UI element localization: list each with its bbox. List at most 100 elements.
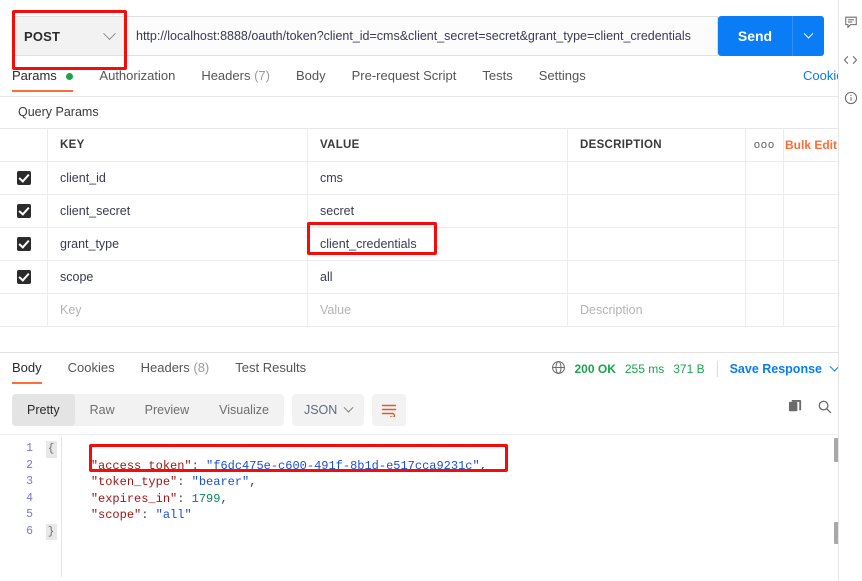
info-icon[interactable] — [843, 90, 859, 106]
tab-settings[interactable]: Settings — [539, 68, 586, 92]
param-key-placeholder[interactable]: Key — [60, 303, 82, 317]
format-label: JSON — [303, 403, 338, 417]
param-value[interactable]: secret — [320, 204, 354, 218]
right-sidebar — [838, 0, 862, 581]
table-row-empty: Key Value Description — [0, 293, 838, 327]
response-size: 371 B — [673, 362, 705, 376]
fold-spacer: . — [46, 474, 57, 491]
url-input[interactable]: http://localhost:8888/oauth/token?client… — [125, 16, 718, 56]
column-header-value: VALUE — [320, 139, 360, 151]
divider — [716, 361, 718, 377]
copy-icon[interactable] — [788, 399, 803, 419]
response-tab-cookies[interactable]: Cookies — [68, 360, 115, 384]
tab-label: Tests — [482, 68, 513, 83]
response-tab-test-results[interactable]: Test Results — [235, 360, 306, 384]
table-header-row: KEY VALUE DESCRIPTION ooo Bulk Edit — [0, 128, 838, 162]
response-body-viewer[interactable]: 1 2 3 4 5 6 { . . . . } "access_token": … — [0, 434, 838, 581]
search-icon[interactable] — [817, 399, 832, 419]
view-mode-raw[interactable]: Raw — [75, 394, 130, 426]
send-options-button[interactable] — [792, 16, 824, 56]
code-line: "access_token": "f6dc475e-c600-491f-8b1d… — [62, 458, 838, 475]
request-tabs: Params Authorization Headers (7) Body Pr… — [12, 68, 850, 96]
param-value[interactable]: all — [320, 270, 333, 284]
tab-badge: (8) — [193, 360, 210, 375]
save-response-button[interactable]: Save Response — [730, 362, 822, 376]
tab-tests[interactable]: Tests — [482, 68, 512, 92]
tabs-divider — [0, 96, 838, 97]
tab-params[interactable]: Params — [12, 68, 74, 92]
json-separator: : — [177, 491, 192, 506]
param-key[interactable]: client_secret — [60, 204, 130, 218]
view-mode-visualize[interactable]: Visualize — [204, 394, 284, 426]
column-header-description: DESCRIPTION — [580, 139, 662, 151]
tab-label: Authorization — [99, 68, 176, 83]
query-params-table: KEY VALUE DESCRIPTION ooo Bulk Edit clie… — [0, 128, 838, 327]
json-separator: : — [141, 508, 156, 522]
tab-label: Cookies — [67, 360, 115, 375]
params-active-dot-icon — [66, 73, 74, 81]
url-text: http://localhost:8888/oauth/token?client… — [136, 29, 691, 43]
response-tab-headers[interactable]: Headers (8) — [141, 360, 210, 384]
more-actions-icon[interactable]: ooo — [754, 139, 775, 151]
row-checkbox[interactable] — [16, 270, 31, 284]
line-number-gutter: 1 2 3 4 5 6 — [0, 435, 40, 581]
tab-label: Pre-request Script — [351, 68, 457, 83]
bulk-edit-button[interactable]: Bulk Edit — [785, 138, 837, 152]
line-number: 5 — [26, 508, 33, 521]
response-format-bar: Pretty Raw Preview Visualize JSON — [12, 394, 407, 426]
param-value[interactable]: client_credentials — [320, 237, 417, 251]
row-checkbox[interactable] — [16, 204, 31, 218]
column-header-key: KEY — [60, 139, 85, 151]
tab-label: Body — [295, 68, 326, 83]
status-badge: 200 OK — [574, 362, 616, 376]
tab-label: Params — [12, 68, 57, 83]
json-comma: , — [220, 491, 228, 506]
send-button[interactable]: Send — [718, 16, 792, 56]
view-mode-preview[interactable]: Preview — [130, 394, 204, 426]
row-checkbox[interactable] — [16, 171, 31, 185]
json-key: "expires_in" — [90, 491, 178, 506]
tab-body[interactable]: Body — [296, 68, 326, 92]
tab-authorization[interactable]: Authorization — [99, 68, 175, 92]
param-key[interactable]: grant_type — [60, 237, 119, 251]
response-format-dropdown[interactable]: JSON — [291, 394, 365, 426]
http-method-dropdown[interactable]: POST — [12, 16, 125, 56]
response-time: 255 ms — [624, 362, 665, 376]
param-description-placeholder[interactable]: Description — [580, 303, 643, 317]
row-checkbox[interactable] — [16, 237, 31, 251]
response-actions — [788, 399, 832, 419]
line-number: 6 — [26, 524, 33, 538]
chevron-down-icon — [803, 28, 814, 39]
param-value[interactable]: cms — [320, 171, 343, 185]
comment-icon[interactable] — [843, 14, 859, 30]
request-bar: POST http://localhost:8888/oauth/token?c… — [12, 16, 824, 56]
chevron-down-icon — [103, 26, 116, 40]
line-number: 1 — [26, 442, 33, 455]
header-checkbox-cell — [0, 128, 48, 162]
line-number: 3 — [26, 475, 33, 488]
code-line: "token_type": "bearer", — [62, 474, 838, 491]
code-line: "expires_in": 1799, — [62, 491, 838, 508]
tab-headers[interactable]: Headers (7) — [201, 68, 270, 92]
json-value: 1799 — [191, 491, 221, 506]
wrap-lines-button[interactable] — [372, 394, 407, 426]
tab-label: Headers — [201, 68, 251, 83]
response-tab-body[interactable]: Body — [12, 360, 42, 384]
param-key[interactable]: scope — [60, 270, 93, 284]
code-icon[interactable] — [843, 52, 859, 68]
line-number: 4 — [26, 491, 33, 505]
param-value-placeholder[interactable]: Value — [320, 303, 351, 317]
param-key[interactable]: client_id — [60, 171, 106, 185]
table-row: client_secret secret — [0, 194, 838, 228]
tab-pre-request-script[interactable]: Pre-request Script — [352, 68, 457, 92]
view-mode-pretty[interactable]: Pretty — [12, 394, 75, 426]
json-value: "f6dc475e-c600-491f-8b1d-e517cca9231c" — [206, 458, 480, 473]
globe-icon — [551, 360, 566, 378]
tab-label: Test Results — [235, 360, 307, 375]
fold-toggle-open[interactable]: { — [45, 441, 57, 458]
code-fold-column: { . . . . } — [40, 435, 62, 581]
fold-spacer: . — [46, 458, 57, 475]
fold-toggle-close[interactable]: } — [45, 523, 57, 540]
